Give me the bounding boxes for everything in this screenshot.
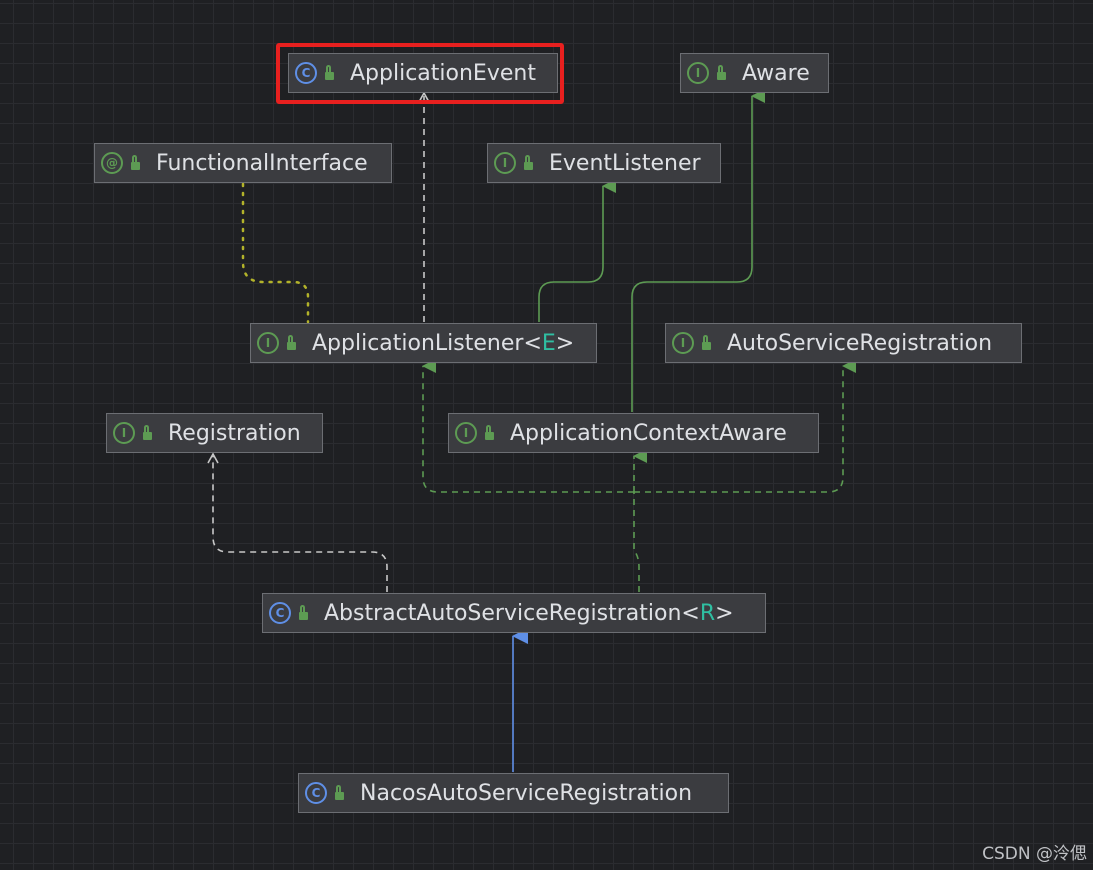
public-lock-icon <box>299 605 308 620</box>
class-icon: C <box>295 62 317 84</box>
public-lock-icon <box>131 155 140 170</box>
node-auto-service-registration[interactable]: I AutoServiceRegistration <box>665 323 1022 363</box>
node-label: AutoServiceRegistration <box>727 330 993 356</box>
type-param-close: > <box>715 600 734 626</box>
public-lock-icon <box>335 785 344 800</box>
public-lock-icon <box>485 425 494 440</box>
edge-abstract-to-registration <box>212 456 388 592</box>
node-application-context-aware[interactable]: I ApplicationContextAware <box>448 413 819 453</box>
public-lock-icon <box>524 155 533 170</box>
node-functional-interface[interactable]: @ FunctionalInterface <box>94 143 392 183</box>
class-icon: C <box>305 782 327 804</box>
public-lock-icon <box>702 335 711 350</box>
type-param-close: > <box>555 330 575 356</box>
node-application-listener[interactable]: I ApplicationListener < E > <box>250 323 597 363</box>
public-lock-icon <box>717 65 726 80</box>
node-registration[interactable]: I Registration <box>106 413 323 453</box>
node-label: Registration <box>168 420 301 446</box>
public-lock-icon <box>325 65 334 80</box>
interface-icon: I <box>455 422 477 444</box>
type-param-open: < <box>681 600 700 626</box>
node-label: FunctionalInterface <box>156 150 368 176</box>
interface-icon: I <box>687 62 709 84</box>
annotation-icon: @ <box>101 152 123 174</box>
interface-icon: I <box>257 332 279 354</box>
node-label: EventListener <box>549 150 701 176</box>
node-label: Aware <box>742 60 810 86</box>
interface-icon: I <box>494 152 516 174</box>
node-abstract-auto-service-registration[interactable]: C AbstractAutoServiceRegistration < R > <box>262 593 766 633</box>
node-label: ApplicationEvent <box>350 60 536 86</box>
node-application-event[interactable]: C ApplicationEvent <box>288 53 558 93</box>
open-arrowhead <box>207 452 219 464</box>
class-icon: C <box>269 602 291 624</box>
edge-listener-to-event-listener <box>538 179 616 322</box>
interface-icon: I <box>113 422 135 444</box>
edge-listener-to-functional-interface <box>241 182 310 324</box>
watermark: CSDN @泠偲 <box>982 844 1087 864</box>
public-lock-icon <box>143 425 152 440</box>
node-aware[interactable]: I Aware <box>680 53 829 93</box>
node-label: AbstractAutoServiceRegistration <box>324 600 682 626</box>
interface-icon: I <box>672 332 694 354</box>
public-lock-icon <box>287 335 296 350</box>
type-param-open: < <box>523 330 542 356</box>
node-nacos-auto-service-registration[interactable]: C NacosAutoServiceRegistration <box>298 773 729 813</box>
node-event-listener[interactable]: I EventListener <box>487 143 721 183</box>
edge-abstract-implements-trunk <box>633 492 640 592</box>
type-param: R <box>699 600 716 626</box>
type-param: E <box>541 330 556 356</box>
node-label: ApplicationListener <box>312 330 524 356</box>
node-label: ApplicationContextAware <box>510 420 787 446</box>
node-label: NacosAutoServiceRegistration <box>360 780 693 806</box>
